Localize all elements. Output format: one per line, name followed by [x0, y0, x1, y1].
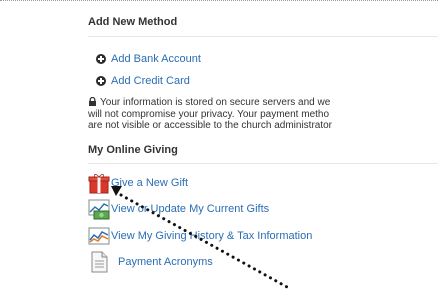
- online-giving-divider: [88, 163, 438, 164]
- add-credit-card-link[interactable]: Add Credit Card: [96, 74, 190, 88]
- add-credit-card-label: Add Credit Card: [111, 75, 190, 87]
- line-chart-icon: [88, 227, 110, 245]
- view-update-gifts-label: View or Update My Current Gifts: [111, 203, 270, 215]
- add-method-heading: Add New Method: [88, 16, 178, 28]
- lock-icon: [89, 97, 96, 106]
- notice-line-1-text: Your information is stored on secure ser…: [100, 97, 331, 108]
- online-giving-heading: My Online Giving: [88, 144, 178, 156]
- privacy-notice: Your information is stored on secure ser…: [88, 97, 438, 132]
- giving-history-label: View My Giving History & Tax Information: [111, 230, 313, 242]
- notice-line-1: Your information is stored on secure ser…: [88, 97, 438, 109]
- notice-line-2: will not compromise your privacy. Your p…: [88, 108, 330, 120]
- add-method-divider: [88, 36, 438, 37]
- payment-panel: Add New Method Add Bank Account Add Cred…: [84, 0, 438, 291]
- give-new-gift-link[interactable]: Give a New Gift: [88, 172, 188, 194]
- view-update-gifts-link[interactable]: View or Update My Current Gifts: [88, 198, 269, 220]
- gift-icon: [88, 174, 110, 194]
- plus-circle-icon: [96, 76, 106, 86]
- add-bank-account-label: Add Bank Account: [111, 53, 201, 65]
- give-new-gift-label: Give a New Gift: [111, 177, 189, 189]
- payment-acronyms-link[interactable]: Payment Acronyms: [88, 251, 213, 273]
- add-bank-account-link[interactable]: Add Bank Account: [96, 52, 201, 66]
- plus-circle-icon: [96, 54, 106, 64]
- document-icon: [91, 251, 108, 273]
- notice-line-3: are not visible or accessible to the chu…: [88, 120, 333, 131]
- giving-history-link[interactable]: View My Giving History & Tax Information: [88, 225, 312, 247]
- chart-money-icon: [88, 199, 110, 220]
- payment-acronyms-label: Payment Acronyms: [118, 256, 213, 268]
